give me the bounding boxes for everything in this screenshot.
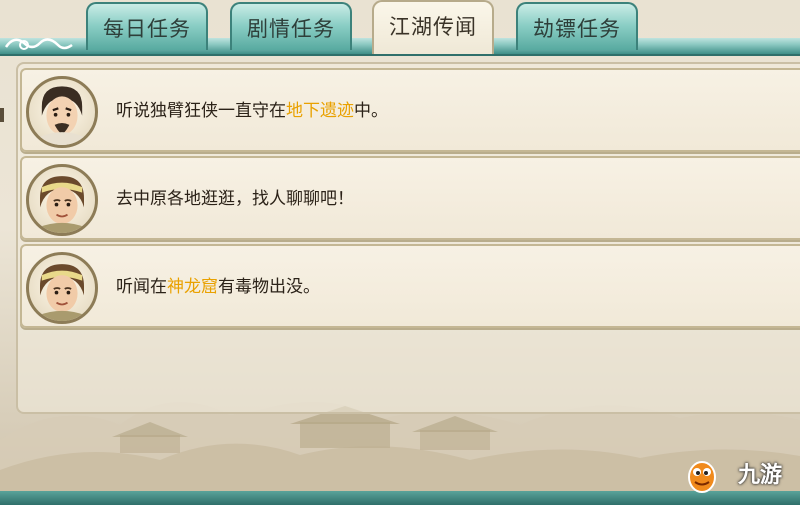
tab-escort-robbery-tasks[interactable]: 劫镖任务: [516, 2, 638, 50]
list-item[interactable]: 听闻在神龙窟有毒物出没。: [20, 244, 800, 328]
young-villager-avatar: [26, 252, 98, 324]
watermark-logo-text: 九游: [737, 463, 782, 488]
tab-story-tasks[interactable]: 剧情任务: [230, 2, 352, 50]
scroll-ornament-icon: [4, 38, 73, 50]
bearded-hero-avatar: [26, 76, 98, 148]
bottom-frame-bar: [0, 491, 800, 505]
rumor-text: 听闻在神龙窟有毒物出没。: [116, 277, 320, 297]
location-highlight: 神龙窟: [167, 277, 218, 297]
list-item[interactable]: 去中原各地逛逛，找人聊聊吧！: [20, 156, 800, 240]
rumor-text: 听说独臂狂侠一直守在地下遗迹中。: [116, 101, 388, 121]
tab-daily-tasks[interactable]: 每日任务: [86, 2, 208, 50]
location-highlight: 地下遗迹: [286, 101, 354, 121]
side-handle: [0, 108, 4, 122]
young-villager-avatar: [26, 164, 98, 236]
list-item[interactable]: 听说独臂狂侠一直守在地下遗迹中。: [20, 68, 800, 152]
rumor-text: 去中原各地逛逛，找人聊聊吧！: [116, 189, 354, 209]
tab-jianghu-rumors[interactable]: 江湖传闻: [372, 0, 494, 54]
